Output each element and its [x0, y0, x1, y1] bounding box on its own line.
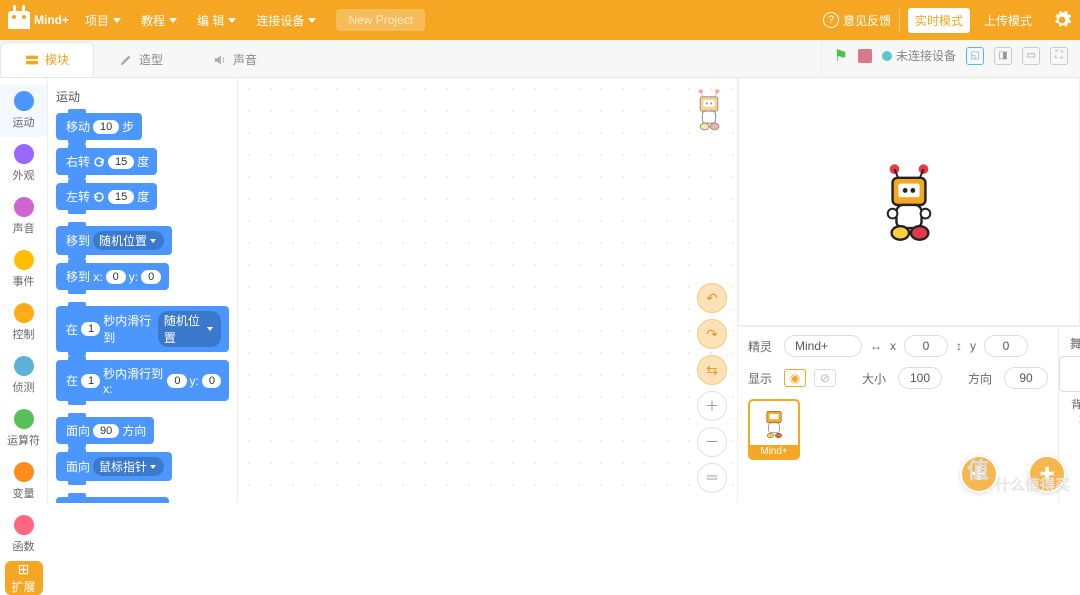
tab-costumes[interactable]: 造型: [94, 42, 188, 77]
stage-large-button[interactable]: ◨: [994, 47, 1012, 65]
backdrop-thumb[interactable]: [1059, 356, 1080, 392]
sprite-name-input[interactable]: Mind+: [784, 335, 862, 357]
x-axis-icon: ↔: [870, 339, 882, 353]
cat-operators[interactable]: 运算符: [0, 402, 47, 455]
sprite-dir-input[interactable]: 90: [1004, 367, 1048, 389]
logo-icon: [8, 11, 30, 29]
zoom-reset-button[interactable]: ＝: [697, 463, 727, 493]
extensions-button[interactable]: ⊞扩展: [5, 561, 43, 595]
green-flag-button[interactable]: ⚑: [834, 46, 848, 66]
tab-blocks[interactable]: 模块: [0, 42, 94, 77]
block-glide[interactable]: 在1秒内滑行到随机位置: [56, 306, 229, 352]
stage[interactable]: [738, 78, 1080, 326]
cat-looks[interactable]: 外观: [0, 137, 47, 190]
cat-motion[interactable]: 运动: [0, 84, 47, 137]
realtime-mode-button[interactable]: 实时模式: [908, 8, 970, 33]
category-list: 运动 外观 声音 事件 控制 侦测 运算符 变量 函数 ⊞扩展: [0, 78, 48, 503]
block-changex[interactable]: 将x坐标增加10: [56, 497, 169, 503]
block-turn-left[interactable]: 左转15度: [56, 183, 157, 210]
block-point-dir[interactable]: 面向90方向: [56, 417, 154, 444]
sprite-thumb-icon: [760, 404, 788, 440]
brush-icon: [119, 53, 133, 67]
connection-status: 未连接设备: [882, 47, 956, 64]
gear-icon[interactable]: [1052, 10, 1072, 30]
cat-events[interactable]: 事件: [0, 243, 47, 296]
stage-sprite[interactable]: [880, 163, 938, 241]
logo: Mind+: [8, 11, 69, 29]
menubar: Mind+ 项目 教程 编 辑 连接设备 New Project ? 意见反馈 …: [0, 0, 1080, 40]
question-icon: ?: [823, 12, 839, 28]
zoom-out-button[interactable]: －: [697, 427, 727, 457]
feedback-link[interactable]: ? 意见反馈: [815, 9, 900, 31]
sprite-label: 精灵: [748, 338, 776, 355]
sprite-size-input[interactable]: 100: [898, 367, 942, 389]
cat-sensing[interactable]: 侦测: [0, 349, 47, 402]
stage-panel-label: 舞台: [1059, 335, 1080, 352]
block-goto[interactable]: 移到随机位置: [56, 226, 172, 255]
block-turn-right[interactable]: 右转15度: [56, 148, 157, 175]
sprite-thumb-label: Mind+: [750, 445, 798, 458]
redo-button[interactable]: ↷: [697, 319, 727, 349]
backdrop-count: 1: [1059, 412, 1080, 426]
caret-icon: [113, 18, 121, 23]
block-move[interactable]: 移动10步: [56, 113, 142, 140]
undo-button[interactable]: ↶: [697, 283, 727, 313]
menu-edit[interactable]: 编 辑: [189, 8, 244, 33]
menu-project[interactable]: 项目: [77, 8, 129, 33]
fullscreen-button[interactable]: ⛶: [1050, 47, 1068, 65]
zoom-in-button[interactable]: ＋: [697, 391, 727, 421]
tab-sounds[interactable]: 声音: [188, 42, 282, 77]
menu-connect[interactable]: 连接设备: [248, 8, 324, 33]
stage-small-button[interactable]: ◱: [966, 47, 984, 65]
block-palette: 运动 移动10步 右转15度 左转15度 移到随机位置 移到 x:0y:0 在1…: [48, 78, 238, 503]
rotate-cw-icon: [93, 156, 105, 168]
stage-hide-button[interactable]: ▭: [1022, 47, 1040, 65]
menu-tutorial[interactable]: 教程: [133, 8, 185, 33]
logo-text: Mind+: [34, 13, 69, 27]
cat-functions[interactable]: 函数: [0, 508, 47, 561]
workspace[interactable]: ↶ ↷ ⇆ ＋ － ＝: [238, 78, 738, 503]
caret-icon: [308, 18, 316, 23]
connection-dot-icon: [882, 51, 892, 61]
sprite-y-input[interactable]: 0: [984, 335, 1028, 357]
sprite-thumb[interactable]: Mind+: [748, 399, 800, 460]
block-glidexy[interactable]: 在1秒内滑行到 x:0y:0: [56, 360, 229, 401]
upload-mode-button[interactable]: 上传模式: [978, 9, 1038, 32]
backdrop-label: 背景: [1059, 396, 1080, 412]
cat-control[interactable]: 控制: [0, 296, 47, 349]
block-gotoxy[interactable]: 移到 x:0y:0: [56, 263, 169, 290]
y-axis-icon: ↕: [956, 339, 962, 353]
cat-sound[interactable]: 声音: [0, 190, 47, 243]
rotate-ccw-icon: [93, 191, 105, 203]
project-name-field[interactable]: New Project: [336, 9, 425, 31]
cleanup-button[interactable]: ⇆: [697, 355, 727, 385]
show-label: 显示: [748, 370, 776, 387]
show-button[interactable]: ◉: [784, 369, 806, 387]
hide-button[interactable]: ⊘: [814, 369, 836, 387]
sprite-x-input[interactable]: 0: [904, 335, 948, 357]
stop-button[interactable]: [858, 49, 872, 63]
speaker-icon: [213, 53, 227, 67]
caret-icon: [169, 18, 177, 23]
workspace-sprite-watermark: [691, 88, 727, 132]
block-point-to[interactable]: 面向鼠标指针: [56, 452, 172, 481]
tab-row: 模块 造型 声音 ⚑ 未连接设备 ◱ ◨ ▭ ⛶: [0, 40, 1080, 78]
size-label: 大小: [862, 370, 890, 387]
caret-icon: [228, 18, 236, 23]
cat-variables[interactable]: 变量: [0, 455, 47, 508]
watermark-text: 什么值得买: [995, 474, 1070, 495]
blocks-icon: [25, 53, 39, 67]
add-sprite-button[interactable]: ✚: [960, 455, 998, 493]
dir-label: 方向: [968, 370, 996, 387]
